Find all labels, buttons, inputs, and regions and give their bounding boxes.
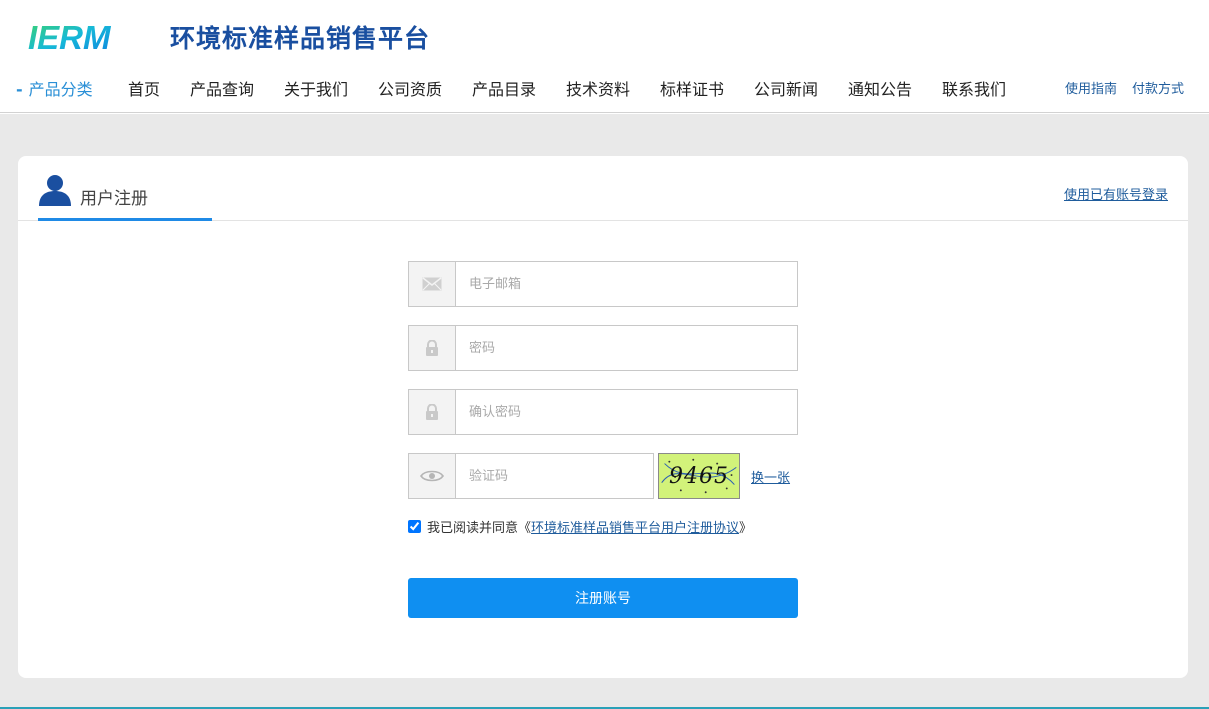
- nav-util-payment[interactable]: 付款方式: [1132, 78, 1184, 97]
- site-header: IERM 环境标准样品销售平台 - 产品分类 首页 产品查询 关于我们 公司资质 …: [0, 0, 1209, 113]
- nav-category-label: 产品分类: [28, 80, 93, 99]
- captcha-field: [408, 453, 654, 499]
- captcha-input[interactable]: [456, 454, 653, 498]
- main-nav: - 产品分类 首页 产品查询 关于我们 公司资质 产品目录 技术资料 标样证书 公…: [0, 76, 1209, 100]
- page-content: 用户注册 使用已有账号登录 电子邮箱 验证码 9465 换一张 我已阅读并同意《…: [0, 114, 1209, 709]
- logo-mark-icon: IERM: [28, 21, 112, 53]
- dash-icon: -: [16, 80, 23, 99]
- nav-product-category[interactable]: - 产品分类: [16, 76, 93, 100]
- eye-icon: [409, 454, 456, 498]
- captcha-refresh-link[interactable]: 换一张: [751, 467, 790, 486]
- register-card: 用户注册 使用已有账号登录 电子邮箱 验证码 9465 换一张 我已阅读并同意《…: [18, 156, 1188, 678]
- nav-item-home[interactable]: 首页: [128, 76, 160, 100]
- envelope-icon: [409, 262, 456, 306]
- agreement-link[interactable]: 环境标准样品销售平台用户注册协议: [531, 517, 739, 536]
- agree-prefix: 我已阅读并同意《: [427, 521, 532, 536]
- nav-item-about[interactable]: 关于我们: [284, 76, 348, 100]
- confirm-password-input[interactable]: [456, 390, 797, 434]
- nav-item-product-search[interactable]: 产品查询: [190, 76, 254, 100]
- email-input[interactable]: [456, 262, 797, 306]
- nav-item-certificates[interactable]: 标样证书: [660, 76, 724, 100]
- register-form: 9465 换一张 我已阅读并同意《环境标准样品销售平台用户注册协议》 注册账号: [408, 261, 798, 618]
- register-submit-button[interactable]: 注册账号: [408, 578, 798, 618]
- confirm-password-field: [408, 389, 798, 435]
- password-input[interactable]: [456, 326, 797, 370]
- nav-item-tech-docs[interactable]: 技术资料: [566, 76, 630, 100]
- agree-suffix: 》: [739, 521, 753, 536]
- nav-item-news[interactable]: 公司新闻: [754, 76, 818, 100]
- tab-register[interactable]: 用户注册: [38, 156, 212, 221]
- tab-register-label: 用户注册: [80, 189, 148, 209]
- agreement-row: 我已阅读并同意《 环境标准样品销售平台用户注册协议》: [408, 517, 798, 536]
- user-icon: [39, 175, 71, 206]
- lock-icon: [409, 326, 456, 370]
- email-field: [408, 261, 798, 307]
- password-field: [408, 325, 798, 371]
- svg-text:IERM: IERM: [28, 21, 112, 53]
- site-title: 环境标准样品销售平台: [170, 24, 431, 53]
- nav-item-notices[interactable]: 通知公告: [848, 76, 912, 100]
- captcha-code: 9465: [669, 463, 729, 489]
- login-existing-link[interactable]: 使用已有账号登录: [1064, 184, 1168, 203]
- site-logo[interactable]: IERM 环境标准样品销售平台: [26, 19, 430, 55]
- captcha-image[interactable]: 9465: [658, 453, 740, 499]
- nav-item-catalog[interactable]: 产品目录: [472, 76, 536, 100]
- nav-item-qualification[interactable]: 公司资质: [378, 76, 442, 100]
- card-header: 用户注册 使用已有账号登录: [18, 156, 1188, 221]
- nav-util-guide[interactable]: 使用指南: [1065, 78, 1117, 97]
- captcha-row: 9465 换一张: [408, 453, 798, 499]
- nav-item-contact[interactable]: 联系我们: [942, 76, 1006, 100]
- lock-icon: [409, 390, 456, 434]
- agree-checkbox[interactable]: [408, 520, 421, 533]
